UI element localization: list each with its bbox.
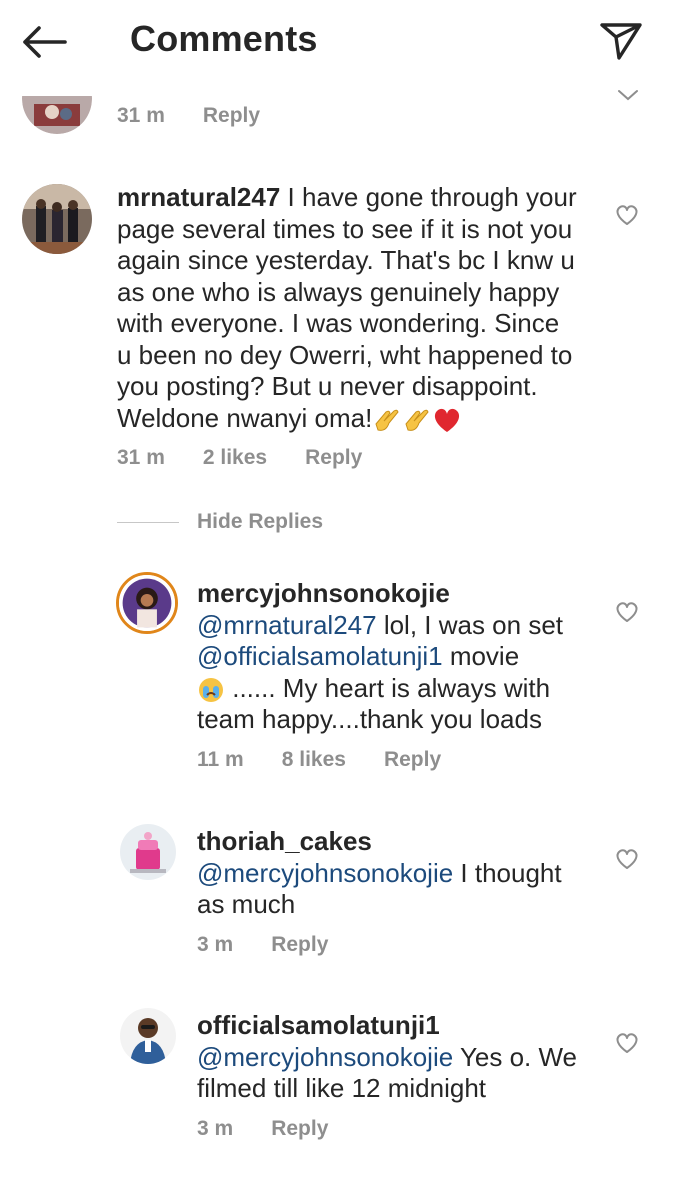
comment-line: page several times to see if it is not y… (117, 213, 573, 244)
reply-button[interactable]: Reply (271, 1117, 328, 1141)
chevron-down-icon[interactable] (617, 88, 639, 102)
comment-body: mrnatural247 I have gone through your pa… (117, 182, 607, 434)
comment-username[interactable]: officialsamolatunji1 (197, 1010, 607, 1042)
clapping-hands-icon (405, 409, 429, 431)
comment-username[interactable]: mercyjohnsonokojie (197, 578, 607, 610)
comment-line: with everyone. I was wondering. Since (117, 308, 560, 338)
comment-line: filmed till like 12 midnight (197, 1073, 487, 1103)
avatar[interactable] (120, 824, 176, 880)
heart-outline-icon[interactable] (614, 1030, 640, 1056)
send-button[interactable] (596, 16, 646, 66)
comment-line: team happy....thank you loads (197, 704, 542, 734)
reply-body: thoriah_cakes @mercyjohnsonokojie I thou… (197, 826, 607, 921)
comment-line: ...... My heart is always with (225, 672, 551, 703)
comment-meta: 31 m Reply (117, 104, 298, 128)
comment-time: 3 m (197, 933, 234, 956)
reply-button[interactable]: Reply (305, 446, 362, 470)
crying-face-icon (199, 677, 223, 702)
comment-time: 11 m (197, 748, 244, 771)
comment-line: as one who is always genuinely happy (117, 276, 560, 307)
comment-line: movie (442, 641, 520, 671)
comment-line: again since yesterday. That's bc I knw u (117, 245, 575, 275)
comment-line: Yes o. We (453, 1041, 578, 1072)
red-heart-icon (435, 408, 460, 432)
comment-meta: 3 m Reply (197, 933, 366, 957)
page-title: Comments (130, 18, 318, 59)
comment-time: 3 m (197, 1117, 234, 1140)
comment-line: I have gone through your (280, 182, 577, 212)
mention-link[interactable]: @officialsamolatunji1 (197, 641, 443, 671)
likes-count[interactable]: 2 likes (203, 446, 267, 470)
arrow-left-icon (23, 26, 67, 58)
reply-button[interactable]: Reply (203, 104, 260, 128)
clapping-hands-icon (375, 409, 399, 431)
reply-body: mercyjohnsonokojie @mrnatural247 lol, I … (197, 578, 607, 736)
avatar[interactable] (116, 572, 178, 634)
divider (117, 521, 179, 523)
comment-meta: 11 m 8 likes Reply (197, 748, 479, 772)
mention-link[interactable]: @mercyjohnsonokojie (197, 1042, 453, 1072)
hide-replies-button[interactable]: Hide Replies (117, 510, 323, 534)
comment-line: I thought (453, 857, 562, 888)
likes-count[interactable]: 8 likes (282, 748, 346, 772)
reply-body: officialsamolatunji1 @mercyjohnsonokojie… (197, 1010, 607, 1105)
comment-username[interactable]: thoriah_cakes (197, 826, 607, 858)
comment-line: you posting? But u never disappoint. (117, 371, 538, 401)
mention-link[interactable]: @mercyjohnsonokojie (197, 858, 453, 888)
header-bar: Comments (0, 0, 691, 84)
comment-line: u been no dey Owerri, wht happened to (117, 339, 573, 370)
back-button[interactable] (18, 20, 70, 64)
comment-meta: 3 m Reply (197, 1117, 366, 1141)
comment-line: lol, I was on set (376, 609, 564, 640)
reply-button[interactable]: Reply (271, 933, 328, 957)
heart-outline-icon[interactable] (614, 599, 640, 625)
paper-plane-icon (600, 23, 642, 60)
heart-outline-icon[interactable] (614, 202, 640, 228)
hide-replies-label: Hide Replies (197, 510, 324, 533)
avatar[interactable] (120, 1008, 176, 1064)
avatar[interactable] (22, 184, 92, 254)
comment-time: 31 m (117, 446, 165, 469)
comment-meta: 31 m 2 likes Reply (117, 446, 400, 470)
mention-link[interactable]: @mrnatural247 (197, 610, 377, 640)
comment-line: as much (197, 889, 296, 919)
heart-outline-icon[interactable] (614, 846, 640, 872)
reply-button[interactable]: Reply (384, 748, 441, 772)
comment-username[interactable]: mrnatural247 (117, 182, 280, 212)
comment-line: Weldone nwanyi oma! (117, 402, 373, 433)
comment-time: 31 m (117, 104, 165, 127)
